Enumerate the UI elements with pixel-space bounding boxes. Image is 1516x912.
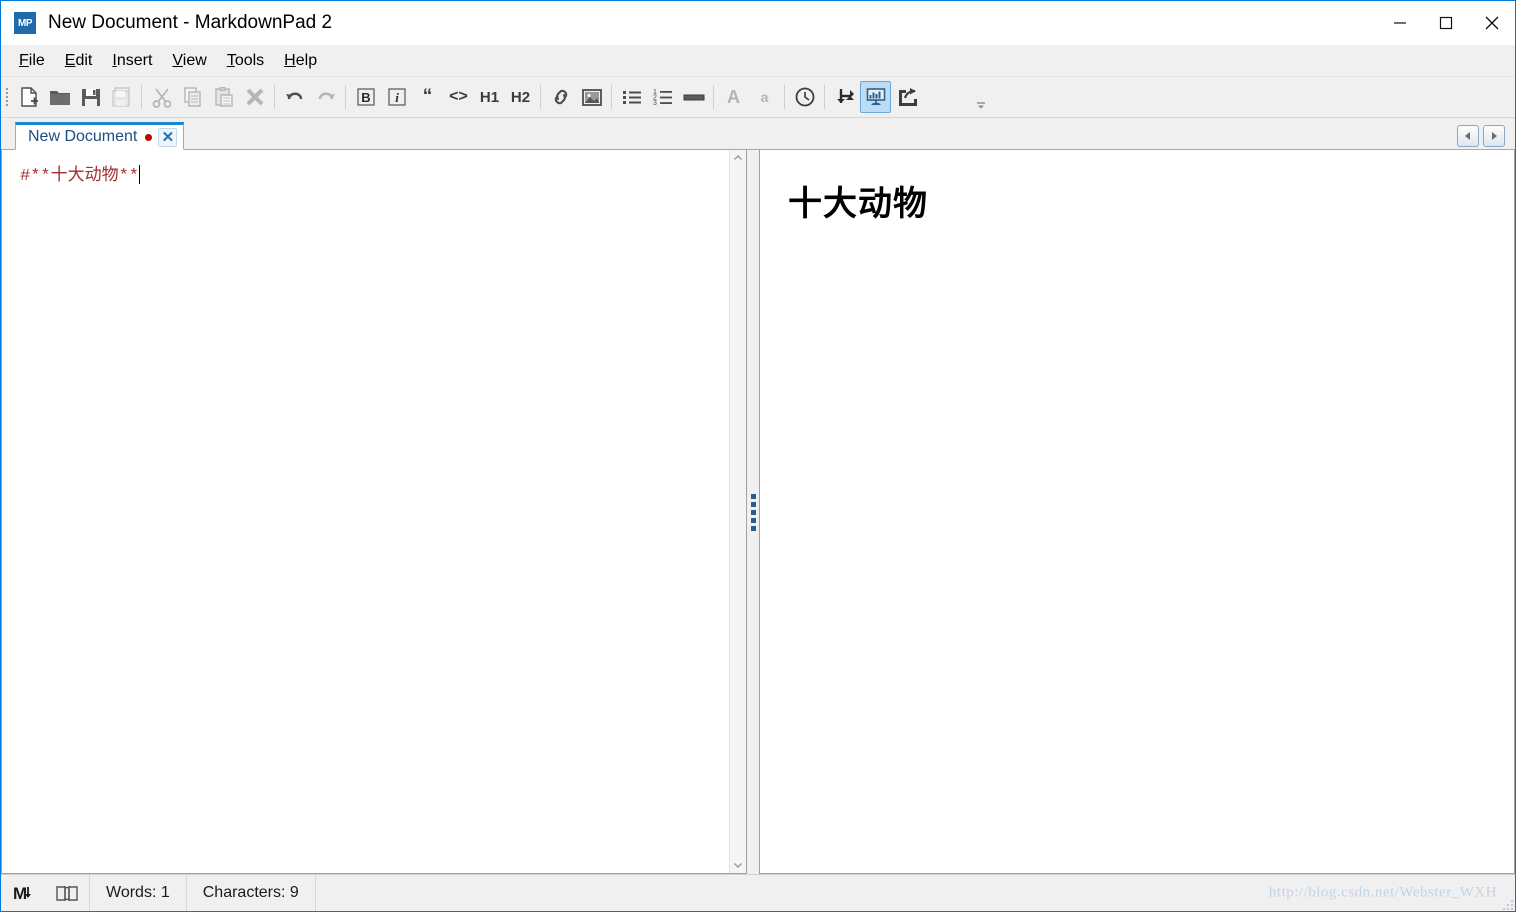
tab-new-document[interactable]: New Document ✕ xyxy=(15,122,185,150)
code-glyph: <> xyxy=(449,88,468,105)
copy-icon[interactable] xyxy=(177,81,208,113)
window-controls xyxy=(1377,1,1515,45)
title-bar: MP New Document - MarkdownPad 2 xyxy=(1,1,1515,45)
redo-icon[interactable] xyxy=(310,81,341,113)
paste-icon[interactable] xyxy=(208,81,239,113)
heading-1-icon[interactable]: H1 xyxy=(474,81,505,113)
h2-glyph: H2 xyxy=(510,88,531,106)
menu-item-edit-rest: dit xyxy=(75,51,93,69)
app-logo-icon: MP xyxy=(14,12,36,34)
save-icon[interactable] xyxy=(75,81,106,113)
svg-text:3: 3 xyxy=(653,100,657,107)
menu-item-insert[interactable]: Insert xyxy=(102,49,162,73)
menu-item-help[interactable]: Help xyxy=(274,49,327,73)
undo-icon[interactable] xyxy=(279,81,310,113)
character-count: Characters: 9 xyxy=(187,875,316,911)
tab-close-icon[interactable]: ✕ xyxy=(158,127,178,147)
toolbar-separator xyxy=(274,85,275,109)
toolbar-separator xyxy=(141,85,142,109)
markdown-mode-icon[interactable]: M xyxy=(1,883,45,903)
link-icon[interactable] xyxy=(545,81,576,113)
markdown-editor-pane[interactable]: #**十大动物** xyxy=(1,150,747,874)
tab-bar: New Document ✕ xyxy=(1,118,1515,150)
timestamp-icon[interactable] xyxy=(789,81,820,113)
toolbar: B i “ <> H1 H2 123 A a xyxy=(1,77,1515,118)
tab-scroll-left-icon[interactable] xyxy=(1457,125,1479,147)
bold-icon[interactable]: B xyxy=(350,81,381,113)
menu-item-file-rest: ile xyxy=(28,51,45,69)
menu-item-help-rest: elp xyxy=(295,51,318,69)
toolbar-overflow-button[interactable] xyxy=(973,85,989,115)
preview-heading: 十大动物 xyxy=(788,186,928,223)
menu-item-tools-rest: ools xyxy=(234,51,265,69)
close-button[interactable] xyxy=(1469,1,1515,45)
svg-text:M: M xyxy=(13,884,27,903)
text-caret xyxy=(139,165,141,184)
svg-text:B: B xyxy=(361,90,370,105)
menu-item-tools[interactable]: Tools xyxy=(217,49,274,73)
image-icon[interactable] xyxy=(576,81,607,113)
watermark-text: http://blog.csdn.net/Webster_WXH xyxy=(1268,884,1497,901)
increase-font-glyph: A xyxy=(727,86,740,107)
cut-icon[interactable] xyxy=(146,81,177,113)
maximize-button[interactable] xyxy=(1423,1,1469,45)
word-count: Words: 1 xyxy=(90,875,187,911)
italic-icon[interactable]: i xyxy=(381,81,412,113)
title-bar-left: MP New Document - MarkdownPad 2 xyxy=(1,12,332,34)
svg-text:i: i xyxy=(395,90,399,105)
menu-bar: File Edit Insert View Tools Help xyxy=(1,45,1515,77)
status-bar: M Words: 1 Characters: 9 http://blog.csd… xyxy=(1,874,1515,911)
window-title: New Document - MarkdownPad 2 xyxy=(48,12,333,33)
save-as-icon[interactable] xyxy=(106,81,137,113)
heading-2-icon[interactable]: H2 xyxy=(505,81,536,113)
blockquote-icon[interactable]: “ xyxy=(412,81,443,113)
line-break-icon[interactable] xyxy=(829,81,860,113)
window-resize-grip[interactable] xyxy=(1499,896,1513,910)
menu-item-edit[interactable]: Edit xyxy=(55,49,103,73)
html-preview-pane[interactable]: 十大动物 xyxy=(759,150,1515,874)
editor-vertical-scrollbar[interactable] xyxy=(729,150,746,873)
menu-item-view[interactable]: View xyxy=(162,49,216,73)
scroll-down-icon xyxy=(734,863,742,868)
splitter-grip-dots xyxy=(750,493,756,531)
book-icon[interactable] xyxy=(45,884,89,902)
toolbar-separator xyxy=(540,85,541,109)
open-folder-icon[interactable] xyxy=(44,81,75,113)
tab-label: New Document xyxy=(28,128,138,145)
blockquote-glyph: “ xyxy=(422,86,433,107)
editor-text-area[interactable]: #**十大动物** xyxy=(2,150,729,873)
inline-code-icon[interactable]: <> xyxy=(443,81,474,113)
export-icon[interactable] xyxy=(891,81,922,113)
toolbar-separator xyxy=(345,85,346,109)
increase-font-icon[interactable]: A xyxy=(718,81,749,113)
tab-scroll-buttons xyxy=(1457,125,1505,147)
menu-item-insert-rest: nsert xyxy=(116,51,153,69)
numbered-list-icon[interactable]: 123 xyxy=(647,81,678,113)
minimize-button[interactable] xyxy=(1377,1,1423,45)
toolbar-separator xyxy=(784,85,785,109)
horizontal-rule-icon[interactable] xyxy=(678,81,709,113)
tab-scroll-right-icon[interactable] xyxy=(1483,125,1505,147)
tab-unsaved-indicator xyxy=(145,133,153,141)
new-document-icon[interactable] xyxy=(13,81,44,113)
h1-glyph: H1 xyxy=(479,88,500,106)
decrease-font-icon[interactable]: a xyxy=(749,81,780,113)
status-icon-group: M xyxy=(1,875,90,911)
toolbar-separator xyxy=(611,85,612,109)
live-preview-icon[interactable] xyxy=(860,81,891,113)
editor-content: #**十大动物** xyxy=(20,167,140,186)
main-split-area: #**十大动物** 十大动物 xyxy=(1,150,1515,874)
decrease-font-glyph: a xyxy=(760,89,769,105)
scroll-up-icon xyxy=(734,155,742,160)
menu-item-file[interactable]: File xyxy=(9,49,55,73)
menu-item-view-rest: iew xyxy=(182,51,207,69)
delete-icon[interactable] xyxy=(239,81,270,113)
markdownpad-window: MP New Document - MarkdownPad 2 File Edi… xyxy=(0,0,1516,912)
toolbar-grip[interactable] xyxy=(3,84,11,110)
toolbar-separator xyxy=(824,85,825,109)
toolbar-separator xyxy=(713,85,714,109)
bulleted-list-icon[interactable] xyxy=(616,81,647,113)
pane-splitter[interactable] xyxy=(747,150,759,874)
